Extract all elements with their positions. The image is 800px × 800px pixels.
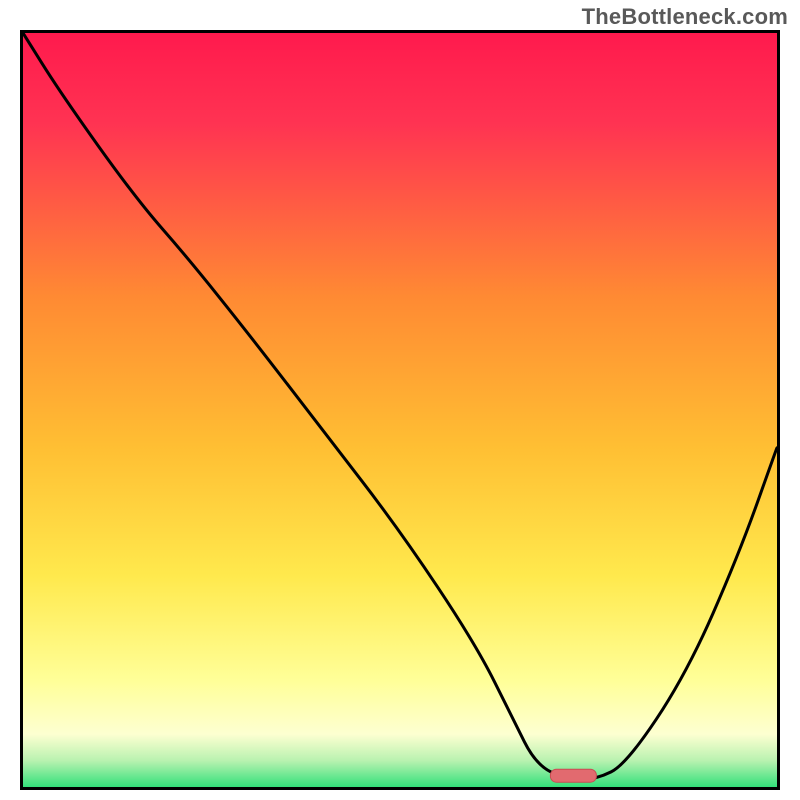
chart-svg xyxy=(23,33,777,787)
chart-frame xyxy=(20,30,780,790)
chart-background xyxy=(23,33,777,787)
optimum-marker xyxy=(550,769,596,782)
watermark-text: TheBottleneck.com xyxy=(582,4,788,30)
